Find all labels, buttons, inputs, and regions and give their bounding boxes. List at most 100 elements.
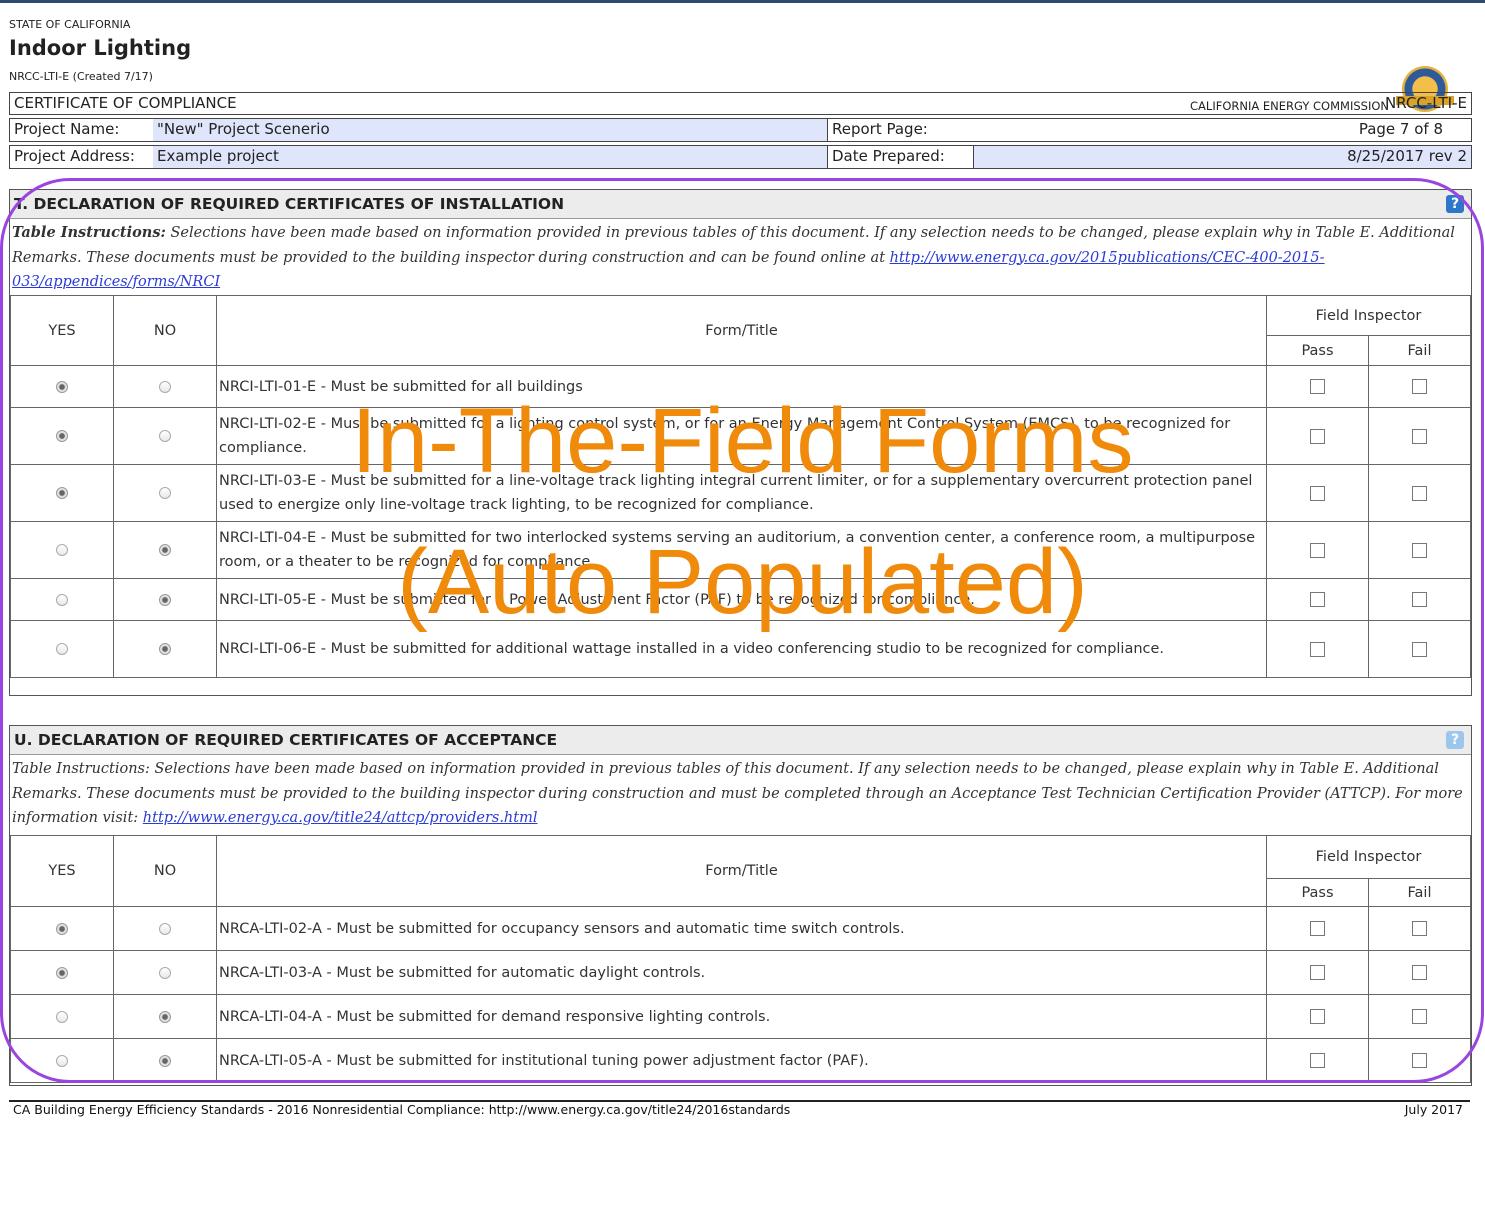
table-row: NRCI-LTI-02-E - Must be submitted for a …	[10, 407, 1471, 465]
pass-checkbox[interactable]	[1310, 965, 1325, 980]
table-row: NRCI-LTI-05-E - Must be submitted for a …	[10, 578, 1471, 621]
project-address-label: Project Address:	[14, 147, 135, 165]
col-pass-header: Pass	[1266, 878, 1369, 907]
col-yes-header: YES	[10, 835, 114, 907]
report-page-value: Page 7 of 8	[1358, 120, 1443, 138]
pass-checkbox[interactable]	[1310, 1053, 1325, 1068]
page-title: Indoor Lighting	[9, 36, 192, 60]
no-radio[interactable]	[159, 544, 171, 556]
section-t-table: YES NO Form/Title Field Inspector Pass F…	[10, 295, 1471, 678]
form-title: NRCA-LTI-03-A - Must be submitted for au…	[216, 950, 1267, 995]
fail-checkbox[interactable]	[1412, 921, 1427, 936]
form-title: NRCA-LTI-02-A - Must be submitted for oc…	[216, 906, 1267, 951]
yes-radio[interactable]	[56, 922, 68, 935]
col-fail-header: Fail	[1368, 335, 1471, 366]
project-name-label: Project Name:	[14, 120, 120, 138]
yes-radio[interactable]	[56, 487, 68, 499]
section-u-acceptance: U. DECLARATION OF REQUIRED CERTIFICATES …	[9, 725, 1472, 1086]
date-prepared-field[interactable]: 8/25/2017 rev 2	[974, 146, 1471, 168]
form-title: NRCI-LTI-03-E - Must be submitted for a …	[216, 464, 1267, 522]
footer-standards: CA Building Energy Efficiency Standards …	[13, 1102, 791, 1117]
section-t-title: T. DECLARATION OF REQUIRED CERTIFICATES …	[10, 190, 1471, 219]
yes-radio[interactable]	[56, 430, 68, 442]
table-row: NRCI-LTI-03-E - Must be submitted for a …	[10, 464, 1471, 522]
help-icon[interactable]: ?	[1446, 195, 1464, 213]
footer-date: July 2017	[1404, 1102, 1463, 1117]
yes-radio[interactable]	[56, 544, 68, 556]
table-row: NRCA-LTI-03-A - Must be submitted for au…	[10, 950, 1471, 995]
col-inspector-header: Field Inspector	[1266, 835, 1471, 879]
certificate-form-id: NRCC-LTI-E	[1384, 94, 1467, 112]
fail-checkbox[interactable]	[1412, 1009, 1427, 1024]
pass-checkbox[interactable]	[1310, 641, 1325, 657]
section-t-instructions: Table Instructions: Selections have been…	[12, 224, 1455, 290]
table-row: NRCI-LTI-01-E - Must be submitted for al…	[10, 365, 1471, 408]
help-icon[interactable]: ?	[1446, 731, 1464, 749]
yes-radio[interactable]	[56, 643, 68, 655]
form-title: NRCI-LTI-01-E - Must be submitted for al…	[216, 365, 1267, 408]
table-row: NRCA-LTI-04-A - Must be submitted for de…	[10, 994, 1471, 1039]
no-radio[interactable]	[159, 430, 171, 442]
pass-checkbox[interactable]	[1310, 428, 1325, 444]
project-address-row: Project Address: Example project Date Pr…	[9, 145, 1472, 169]
pass-checkbox[interactable]	[1310, 592, 1325, 607]
yes-radio[interactable]	[56, 1054, 68, 1067]
attcp-providers-link[interactable]: http://www.energy.ca.gov/title24/attcp/p…	[143, 810, 538, 826]
report-page-label: Report Page:	[832, 120, 928, 138]
yes-radio[interactable]	[56, 1010, 68, 1023]
col-form-header: Form/Title	[216, 835, 1267, 907]
certificate-bar: CERTIFICATE OF COMPLIANCE NRCC-LTI-E	[9, 92, 1472, 115]
table-row: NRCI-LTI-06-E - Must be submitted for ad…	[10, 620, 1471, 678]
project-name-field[interactable]: "New" Project Scenerio	[153, 119, 827, 141]
certificate-label: CERTIFICATE OF COMPLIANCE	[14, 94, 237, 112]
yes-radio[interactable]	[56, 966, 68, 979]
project-name-row: Project Name: "New" Project Scenerio Rep…	[9, 118, 1472, 142]
section-t-installation: T. DECLARATION OF REQUIRED CERTIFICATES …	[9, 189, 1472, 696]
form-title: NRCA-LTI-05-A - Must be submitted for in…	[216, 1038, 1267, 1083]
col-no-header: NO	[113, 295, 217, 366]
fail-checkbox[interactable]	[1412, 641, 1427, 657]
no-radio[interactable]	[159, 487, 171, 499]
col-yes-header: YES	[10, 295, 114, 366]
no-radio[interactable]	[159, 1054, 171, 1067]
form-title: NRCI-LTI-06-E - Must be submitted for ad…	[216, 620, 1267, 678]
form-title: NRCI-LTI-05-E - Must be submitted for a …	[216, 578, 1267, 621]
table-row: NRCI-LTI-04-E - Must be submitted for tw…	[10, 521, 1471, 579]
section-u-table: YES NO Form/Title Field Inspector Pass F…	[10, 835, 1471, 1083]
yes-radio[interactable]	[56, 593, 68, 606]
col-form-header: Form/Title	[216, 295, 1267, 366]
project-address-field[interactable]: Example project	[153, 146, 827, 168]
form-title: NRCI-LTI-02-E - Must be submitted for a …	[216, 407, 1267, 465]
no-radio[interactable]	[159, 380, 171, 393]
section-u-title: U. DECLARATION OF REQUIRED CERTIFICATES …	[10, 726, 1471, 755]
pass-checkbox[interactable]	[1310, 485, 1325, 501]
fail-checkbox[interactable]	[1412, 379, 1427, 394]
top-rule	[0, 0, 1485, 3]
col-fail-header: Fail	[1368, 878, 1471, 907]
fail-checkbox[interactable]	[1412, 428, 1427, 444]
no-radio[interactable]	[159, 593, 171, 606]
no-radio[interactable]	[159, 966, 171, 979]
fail-checkbox[interactable]	[1412, 592, 1427, 607]
no-radio[interactable]	[159, 643, 171, 655]
col-inspector-header: Field Inspector	[1266, 295, 1471, 336]
section-u-instructions: Table Instructions: Selections have been…	[12, 761, 1463, 826]
fail-checkbox[interactable]	[1412, 485, 1427, 501]
no-radio[interactable]	[159, 922, 171, 935]
state-label: STATE OF CALIFORNIA	[9, 18, 131, 31]
no-radio[interactable]	[159, 1010, 171, 1023]
pass-checkbox[interactable]	[1310, 542, 1325, 558]
pass-checkbox[interactable]	[1310, 379, 1325, 394]
fail-checkbox[interactable]	[1412, 1053, 1427, 1068]
col-pass-header: Pass	[1266, 335, 1369, 366]
form-title: NRCI-LTI-04-E - Must be submitted for tw…	[216, 521, 1267, 579]
fail-checkbox[interactable]	[1412, 965, 1427, 980]
pass-checkbox[interactable]	[1310, 1009, 1325, 1024]
col-no-header: NO	[113, 835, 217, 907]
pass-checkbox[interactable]	[1310, 921, 1325, 936]
yes-radio[interactable]	[56, 380, 68, 393]
table-row: NRCA-LTI-05-A - Must be submitted for in…	[10, 1038, 1471, 1083]
form-id-label: NRCC-LTI-E (Created 7/17)	[9, 70, 153, 83]
date-prepared-label: Date Prepared:	[828, 146, 974, 168]
fail-checkbox[interactable]	[1412, 542, 1427, 558]
